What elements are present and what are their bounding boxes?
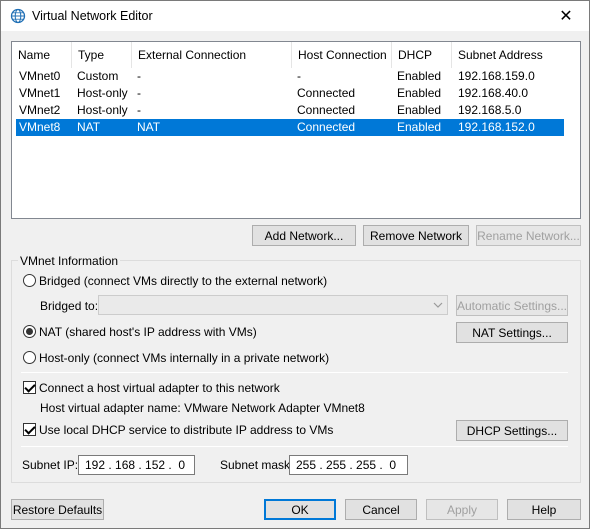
- cell-type: NAT: [77, 120, 101, 134]
- cell-dhcp: Enabled: [397, 69, 442, 83]
- bridged-to-select[interactable]: [98, 295, 448, 315]
- vmnet-information-legend: VMnet Information: [18, 254, 121, 268]
- dhcp-label[interactable]: Use local DHCP service to distribute IP …: [39, 423, 333, 437]
- rename-network-button[interactable]: Rename Network...: [476, 225, 581, 246]
- close-icon[interactable]: ✕: [543, 1, 589, 31]
- nat-label[interactable]: NAT (shared host's IP address with VMs): [39, 325, 257, 339]
- cell-name: VMnet0: [19, 69, 61, 83]
- cell-name: VMnet8: [19, 120, 61, 134]
- dhcp-settings-button[interactable]: DHCP Settings...: [456, 420, 568, 441]
- table-row-selected[interactable]: VMnet8 NAT NAT Connected Enabled 192.168…: [16, 119, 564, 136]
- bridged-to-label: Bridged to:: [40, 299, 99, 313]
- subnet-mask-input[interactable]: 255 . 255 . 255 . 0: [289, 455, 408, 475]
- cell-host: Connected: [297, 120, 356, 134]
- chevron-down-icon: [431, 298, 445, 312]
- table-row[interactable]: VMnet2 Host-only - Connected Enabled 192…: [16, 102, 564, 119]
- cell-type: Host-only: [77, 86, 128, 100]
- connect-adapter-label[interactable]: Connect a host virtual adapter to this n…: [39, 381, 280, 395]
- connect-adapter-checkbox[interactable]: [23, 381, 36, 394]
- column-header-type[interactable]: Type: [72, 42, 132, 68]
- subnet-ip-label: Subnet IP:: [22, 458, 79, 472]
- network-list[interactable]: Name Type External Connection Host Conne…: [11, 41, 581, 219]
- cell-external: NAT: [137, 120, 161, 134]
- remove-network-button[interactable]: Remove Network: [363, 225, 469, 246]
- cell-subnet: 192.168.159.0: [458, 69, 535, 83]
- cell-host: Connected: [297, 86, 356, 100]
- table-row[interactable]: VMnet1 Host-only - Connected Enabled 192…: [16, 85, 564, 102]
- network-globe-icon: [10, 8, 26, 24]
- cell-host: Connected: [297, 103, 356, 117]
- dhcp-checkbox[interactable]: [23, 423, 36, 436]
- title-bar[interactable]: Virtual Network Editor ✕: [1, 1, 589, 31]
- cell-external: -: [137, 86, 141, 100]
- bridged-radio[interactable]: [23, 274, 36, 287]
- adapter-name-text: Host virtual adapter name: VMware Networ…: [40, 401, 365, 415]
- column-header-subnet-address[interactable]: Subnet Address: [452, 42, 580, 68]
- subnet-ip-input[interactable]: 192 . 168 . 152 . 0: [78, 455, 195, 475]
- bridged-label[interactable]: Bridged (connect VMs directly to the ext…: [39, 274, 327, 288]
- nat-radio[interactable]: [23, 325, 36, 338]
- cell-name: VMnet2: [19, 103, 61, 117]
- column-header-host-connection[interactable]: Host Connection: [292, 42, 392, 68]
- table-row[interactable]: VMnet0 Custom - - Enabled 192.168.159.0: [16, 68, 564, 85]
- cell-subnet: 192.168.5.0: [458, 103, 522, 117]
- cell-name: VMnet1: [19, 86, 61, 100]
- automatic-settings-button[interactable]: Automatic Settings...: [456, 295, 568, 316]
- cell-dhcp: Enabled: [397, 103, 442, 117]
- cell-external: -: [137, 103, 141, 117]
- cell-external: -: [137, 69, 141, 83]
- cell-dhcp: Enabled: [397, 120, 442, 134]
- apply-button[interactable]: Apply: [426, 499, 498, 520]
- column-header-name[interactable]: Name: [12, 42, 72, 68]
- separator: [21, 446, 568, 447]
- hostonly-label[interactable]: Host-only (connect VMs internally in a p…: [39, 351, 329, 365]
- help-button[interactable]: Help: [507, 499, 581, 520]
- add-network-button[interactable]: Add Network...: [252, 225, 356, 246]
- cell-subnet: 192.168.40.0: [458, 86, 529, 100]
- hostonly-radio[interactable]: [23, 351, 36, 364]
- ok-button[interactable]: OK: [264, 499, 336, 520]
- subnet-mask-label: Subnet mask:: [220, 458, 294, 472]
- column-header-dhcp[interactable]: DHCP: [392, 42, 452, 68]
- cell-type: Host-only: [77, 103, 128, 117]
- cell-type: Custom: [77, 69, 119, 83]
- separator: [21, 372, 568, 373]
- cell-host: -: [297, 69, 301, 83]
- virtual-network-editor-window: Virtual Network Editor ✕ Name Type Exter…: [0, 0, 590, 529]
- cell-dhcp: Enabled: [397, 86, 442, 100]
- cell-subnet: 192.168.152.0: [458, 120, 535, 134]
- list-header: Name Type External Connection Host Conne…: [12, 42, 580, 68]
- window-title: Virtual Network Editor: [32, 9, 153, 23]
- nat-settings-button[interactable]: NAT Settings...: [456, 322, 568, 343]
- column-header-external-connection[interactable]: External Connection: [132, 42, 292, 68]
- cancel-button[interactable]: Cancel: [345, 499, 417, 520]
- restore-defaults-button[interactable]: Restore Defaults: [11, 499, 104, 520]
